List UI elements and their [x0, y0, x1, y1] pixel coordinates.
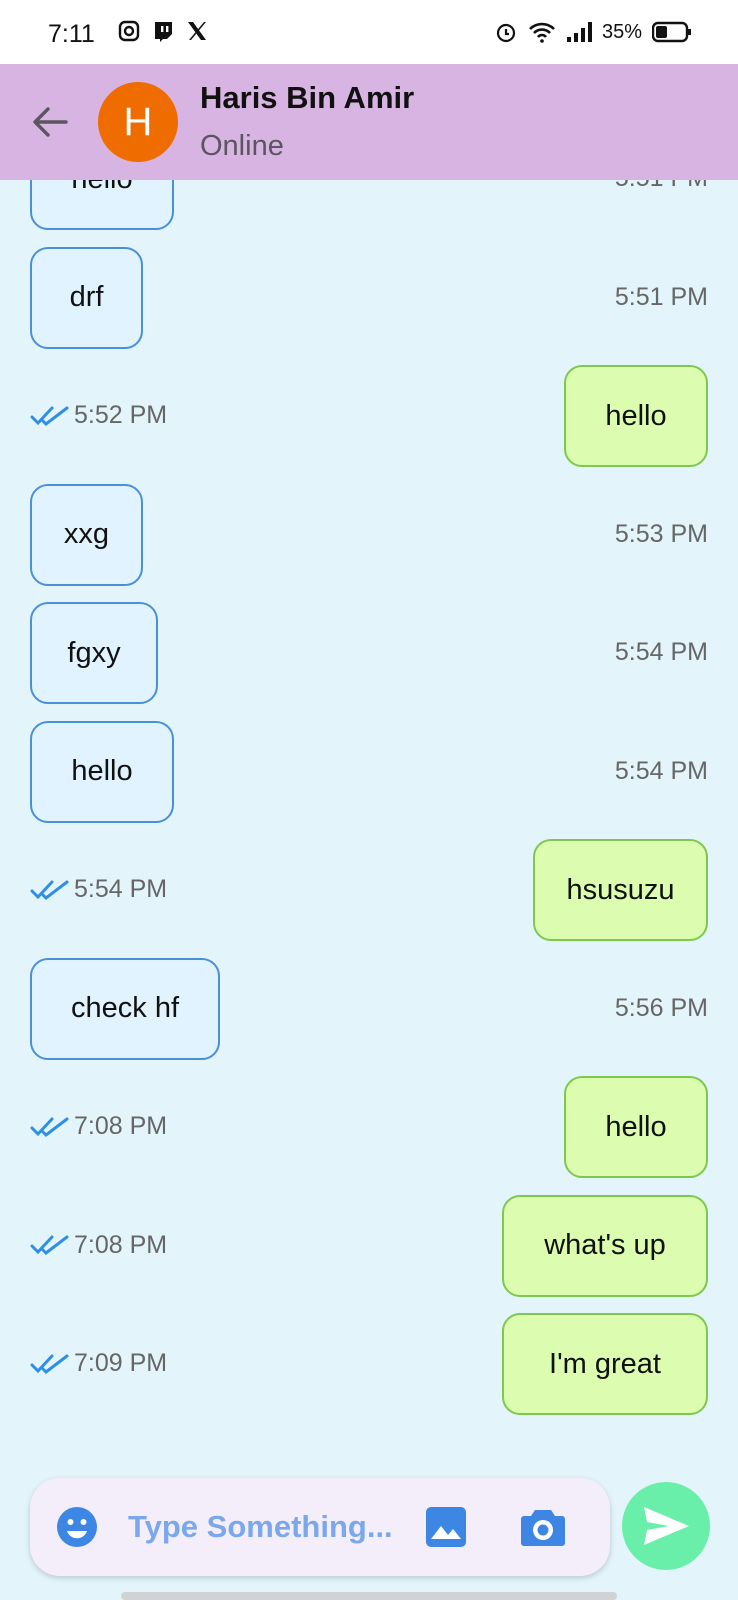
timestamp-text: 7:08 PM	[74, 1112, 168, 1140]
message-bubble[interactable]: fgxy	[30, 602, 158, 704]
message-time: 5:54 PM	[30, 875, 167, 904]
status-bar: 7:11 35%	[0, 0, 738, 64]
outgoing-message: hsusuzu 5:54 PM	[0, 839, 738, 945]
wifi-icon	[529, 22, 555, 43]
x-icon	[188, 22, 206, 40]
outgoing-message: I'm great 7:09 PM	[0, 1313, 738, 1419]
message-bubble[interactable]: check hf	[30, 957, 220, 1060]
timestamp-text: 5:51 PM	[615, 180, 708, 192]
incoming-message: hello 5:54 PM	[0, 720, 738, 827]
contact-name: Haris Bin Amir	[200, 80, 415, 115]
timestamp-text: 5:54 PM	[614, 638, 708, 666]
timestamp-text: 5:54 PM	[74, 875, 168, 903]
message-time: 7:08 PM	[30, 1231, 167, 1260]
message-time: 5:54 PM	[615, 757, 708, 786]
contact-status: Online	[200, 130, 284, 162]
message-composer	[30, 1478, 610, 1576]
send-button[interactable]	[622, 1482, 710, 1570]
battery-percentage: 35%	[601, 20, 642, 43]
double-check-icon	[30, 406, 69, 426]
message-time: 7:08 PM	[30, 1112, 167, 1141]
double-check-icon	[30, 1235, 69, 1255]
message-bubble[interactable]: hello	[30, 720, 174, 823]
outgoing-message: what's up 7:08 PM	[0, 1194, 738, 1301]
message-list[interactable]: hello 5:51 PM drf 5:51 PM hello 5:52 PM xxg 5:5…	[0, 180, 738, 1470]
status-time: 7:11	[48, 20, 95, 48]
timestamp-text: 7:09 PM	[74, 1349, 168, 1377]
outgoing-message: hello 7:08 PM	[0, 1076, 738, 1182]
timestamp-text: 5:56 PM	[614, 993, 708, 1022]
message-bubble[interactable]: what's up	[502, 1194, 708, 1297]
message-time: 5:54 PM	[615, 638, 708, 667]
message-bubble[interactable]: hsusuzu	[533, 839, 708, 941]
chat-header: H Haris Bin Amir Online	[0, 64, 738, 180]
system-status: 35%	[494, 20, 692, 44]
timestamp-text: 5:51 PM	[614, 282, 708, 311]
alarm-icon	[496, 23, 516, 43]
message-time: 5:53 PM	[615, 520, 708, 549]
message-time: 5:56 PM	[615, 994, 708, 1023]
double-check-icon	[30, 1117, 69, 1137]
timestamp-text: 5:52 PM	[74, 401, 168, 429]
image-icon[interactable]	[425, 1506, 467, 1548]
message-bubble[interactable]: hello	[564, 1076, 708, 1178]
incoming-message: hello 5:51 PM	[0, 180, 738, 234]
double-check-icon	[30, 880, 69, 900]
message-bubble[interactable]: hello	[564, 365, 708, 467]
incoming-message: fgxy 5:54 PM	[0, 602, 738, 708]
battery-icon	[652, 21, 691, 43]
message-bubble[interactable]: I'm great	[502, 1313, 708, 1415]
twitch-icon	[155, 22, 172, 42]
send-icon	[644, 1507, 689, 1545]
incoming-message: xxg 5:53 PM	[0, 483, 738, 590]
instagram-icon	[118, 20, 140, 42]
message-input[interactable]	[126, 1500, 430, 1554]
timestamp-text: 5:54 PM	[614, 756, 708, 785]
message-time: 5:51 PM	[615, 283, 708, 312]
message-time: 5:51 PM	[615, 180, 708, 193]
signal-icon	[566, 22, 592, 42]
message-time: 5:52 PM	[30, 401, 167, 430]
navigation-handle[interactable]	[121, 1592, 617, 1600]
timestamp-text: 7:08 PM	[74, 1230, 168, 1259]
avatar[interactable]: H	[98, 82, 178, 162]
timestamp-text: 5:53 PM	[614, 519, 708, 548]
message-bubble[interactable]: xxg	[30, 483, 143, 586]
double-check-icon	[30, 1354, 69, 1374]
message-time: 7:09 PM	[30, 1349, 167, 1378]
emoji-icon[interactable]	[56, 1506, 98, 1548]
arrow-left-icon[interactable]	[28, 100, 72, 144]
message-bubble[interactable]: hello	[30, 180, 174, 230]
message-bubble[interactable]: drf	[30, 246, 143, 349]
camera-icon[interactable]	[520, 1504, 566, 1548]
notification-icons	[118, 20, 208, 42]
incoming-message: drf 5:51 PM	[0, 246, 738, 353]
incoming-message: check hf 5:56 PM	[0, 957, 738, 1064]
outgoing-message: hello 5:52 PM	[0, 365, 738, 471]
